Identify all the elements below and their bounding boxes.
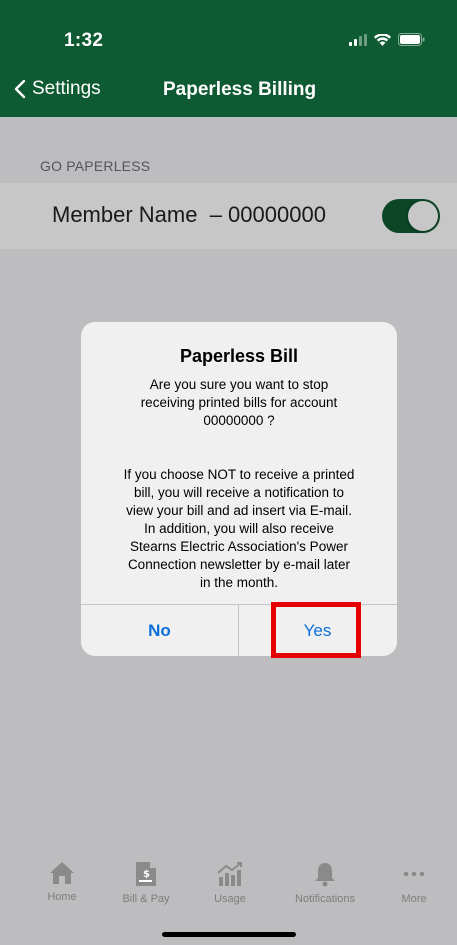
usage-chart-icon xyxy=(217,862,242,886)
tab-home[interactable]: Home xyxy=(17,861,107,903)
tab-usage[interactable]: Usage xyxy=(185,861,275,905)
header-bar: 1:32 Settings Paperless Billing xyxy=(0,0,457,117)
tab-home-label: Home xyxy=(47,891,77,903)
page-title: Paperless Billing xyxy=(163,79,317,100)
status-icons xyxy=(349,33,425,46)
battery-icon xyxy=(398,33,425,46)
alert-title: Paperless Bill xyxy=(179,346,299,366)
alert-details: If you choose NOT to receive a printed b… xyxy=(123,467,355,590)
status-time: 1:32 xyxy=(64,30,104,51)
bell-icon xyxy=(315,863,335,887)
yes-button-highlight-box xyxy=(271,602,361,658)
bill-icon: $ xyxy=(136,862,156,886)
tab-more[interactable]: More xyxy=(369,861,457,905)
alert-message: Are you sure you want to stop receiving … xyxy=(140,377,338,410)
tab-notifications[interactable]: Notifications xyxy=(280,861,370,905)
tab-notifications-label: Notifications xyxy=(295,893,355,905)
tab-bill-pay-label: Bill & Pay xyxy=(122,893,170,905)
svg-text:$: $ xyxy=(143,869,150,880)
tab-more-label: More xyxy=(401,893,427,905)
nav-bar: Settings Paperless Billing xyxy=(0,70,457,112)
tab-bar: Home $ Bill & Pay Usage Notifications Mo… xyxy=(0,837,457,945)
more-dots-icon xyxy=(403,871,425,877)
back-label: Settings xyxy=(32,78,101,99)
tab-usage-label: Usage xyxy=(214,893,246,905)
back-button[interactable]: Settings xyxy=(14,78,101,100)
home-indicator xyxy=(162,932,296,937)
chevron-left-icon xyxy=(14,79,26,99)
home-icon xyxy=(50,862,74,884)
no-button[interactable]: No xyxy=(81,605,238,656)
wifi-icon xyxy=(374,33,391,46)
tab-bill-pay[interactable]: $ Bill & Pay xyxy=(101,861,191,905)
signal-icon xyxy=(349,33,367,46)
alert-account-number: 00000000 ? xyxy=(203,413,275,428)
app-screen: 1:32 Settings Paperless Billing GO PAPER… xyxy=(0,0,457,945)
